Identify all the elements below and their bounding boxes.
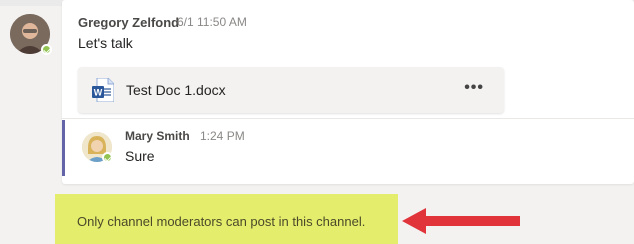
reply-timestamp: 1:24 PM — [200, 129, 245, 143]
word-doc-icon: W — [92, 78, 114, 102]
reply-text: Sure — [125, 148, 155, 164]
message-author-avatar[interactable] — [10, 14, 52, 55]
message-text: Let's talk — [78, 35, 133, 51]
reply-divider — [62, 118, 634, 119]
reply-author[interactable]: Mary Smith — [125, 129, 190, 143]
message-timestamp: 6/1 11:50 AM — [177, 15, 247, 29]
more-options-icon[interactable]: ••• — [464, 79, 484, 97]
file-attachment-card[interactable]: W Test Doc 1.docx ••• — [78, 67, 504, 113]
red-arrow-icon — [402, 208, 520, 234]
reply-presence-available-icon — [102, 152, 113, 163]
moderation-notice: Only channel moderators can post in this… — [55, 194, 398, 244]
svg-text:W: W — [94, 88, 103, 98]
moderation-notice-text: Only channel moderators can post in this… — [77, 214, 366, 229]
attachment-file-name[interactable]: Test Doc 1.docx — [126, 82, 226, 98]
message-author[interactable]: Gregory Zelfond — [78, 15, 179, 30]
presence-available-icon — [41, 44, 52, 55]
reply-message: Mary Smith 1:24 PM Sure — [62, 120, 634, 176]
message-card: Gregory Zelfond 6/1 11:50 AM Let's talk … — [62, 0, 634, 184]
